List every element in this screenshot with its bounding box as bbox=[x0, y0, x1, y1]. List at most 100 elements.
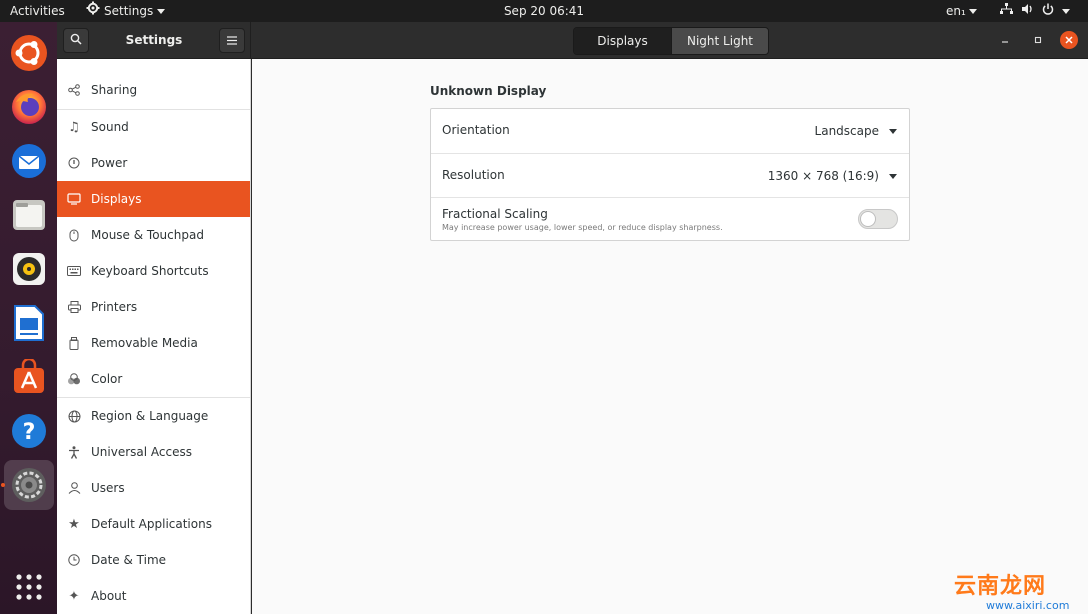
power-icon bbox=[57, 157, 91, 169]
files-icon[interactable] bbox=[4, 190, 54, 240]
fractional-scaling-description: May increase power usage, lower speed, o… bbox=[442, 223, 723, 232]
sidebar-item-universal-access[interactable]: Universal Access bbox=[57, 434, 250, 470]
running-indicator bbox=[1, 483, 5, 487]
software-icon[interactable] bbox=[4, 352, 54, 402]
firefox-icon[interactable] bbox=[4, 82, 54, 132]
sidebar-item-power[interactable]: Power bbox=[57, 145, 250, 181]
search-icon bbox=[70, 33, 82, 48]
clock[interactable]: Sep 20 06:41 bbox=[504, 4, 584, 18]
sidebar-item-mouse-touchpad[interactable]: Mouse & Touchpad bbox=[57, 217, 250, 253]
orientation-dropdown[interactable]: Landscape bbox=[815, 109, 897, 153]
sidebar-item-label: Power bbox=[91, 156, 128, 170]
users-icon bbox=[57, 482, 91, 494]
keyboard-icon bbox=[57, 266, 91, 276]
fractional-scaling-toggle[interactable] bbox=[858, 209, 898, 229]
clock-icon bbox=[57, 554, 91, 566]
about-icon: ✦ bbox=[68, 588, 80, 604]
minimize-button[interactable] bbox=[996, 31, 1014, 49]
display-name-heading: Unknown Display bbox=[430, 84, 547, 98]
mouse-icon bbox=[57, 229, 91, 242]
sidebar-item-sharing[interactable]: Sharing bbox=[57, 72, 250, 108]
window-title: Settings bbox=[125, 33, 183, 47]
input-source-menu[interactable]: en₁ bbox=[946, 0, 977, 22]
sidebar-item-color[interactable]: Color bbox=[57, 361, 250, 397]
rhythmbox-icon[interactable] bbox=[4, 244, 54, 294]
chevron-down-icon bbox=[968, 8, 977, 14]
ubuntu-logo-icon[interactable] bbox=[4, 28, 54, 78]
share-icon bbox=[57, 84, 91, 96]
sidebar-item-region-language[interactable]: Region & Language bbox=[57, 398, 250, 434]
menu-button[interactable] bbox=[219, 28, 245, 53]
orientation-row[interactable]: Orientation Landscape bbox=[431, 109, 909, 153]
media-icon bbox=[57, 336, 91, 350]
sidebar-item-about[interactable]: ✦ About bbox=[57, 578, 250, 614]
thunderbird-icon[interactable] bbox=[4, 136, 54, 186]
sidebar-item-label: Region & Language bbox=[91, 409, 209, 423]
sidebar-item-label: Keyboard Shortcuts bbox=[91, 264, 209, 278]
top-bar: Activities Settings Sep 20 06:41 en₁ bbox=[0, 0, 1088, 22]
orientation-value: Landscape bbox=[814, 124, 879, 138]
sidebar-item-removable-media[interactable]: Removable Media bbox=[57, 325, 250, 361]
app-menu-label: Settings bbox=[104, 4, 154, 18]
resolution-row[interactable]: Resolution 1360 × 768 (16:9) bbox=[431, 153, 909, 197]
volume-icon bbox=[1021, 0, 1034, 22]
toggle-knob bbox=[860, 211, 876, 227]
sidebar-item-label: About bbox=[91, 589, 127, 603]
watermark-text: 云南龙网 bbox=[954, 574, 1047, 599]
sidebar-item-date-time[interactable]: Date & Time bbox=[57, 542, 250, 578]
sidebar-item-sound[interactable]: ♫ Sound bbox=[57, 109, 250, 145]
music-note-icon: ♫ bbox=[68, 119, 80, 135]
color-icon bbox=[57, 373, 91, 385]
gear-icon bbox=[86, 0, 100, 22]
fractional-scaling-row: Fractional Scaling May increase power us… bbox=[431, 197, 909, 241]
network-icon bbox=[1000, 0, 1013, 22]
app-menu[interactable]: Settings bbox=[86, 0, 166, 22]
system-menu[interactable] bbox=[1000, 0, 1070, 22]
settings-icon[interactable] bbox=[4, 460, 54, 510]
sidebar-item-label: Sharing bbox=[91, 83, 138, 97]
resolution-value: 1360 × 768 (16:9) bbox=[767, 169, 879, 183]
language-label: en₁ bbox=[946, 4, 966, 18]
chevron-down-icon bbox=[1062, 8, 1070, 14]
maximize-button[interactable] bbox=[1029, 31, 1047, 49]
sidebar-item-label: Default Applications bbox=[91, 517, 212, 531]
resolution-dropdown[interactable]: 1360 × 768 (16:9) bbox=[768, 154, 897, 198]
chevron-down-icon bbox=[889, 128, 897, 134]
sidebar-item-label: Removable Media bbox=[91, 336, 198, 350]
sidebar-item-users[interactable]: Users bbox=[57, 470, 250, 506]
resolution-label: Resolution bbox=[442, 168, 505, 182]
minimize-icon bbox=[1001, 34, 1009, 47]
view-switcher: Displays Night Light bbox=[573, 27, 769, 55]
accessibility-icon bbox=[57, 445, 91, 459]
sidebar-item-label: Date & Time bbox=[91, 553, 167, 567]
hamburger-icon bbox=[227, 34, 237, 48]
writer-icon[interactable] bbox=[4, 298, 54, 348]
orientation-label: Orientation bbox=[442, 123, 510, 137]
star-icon: ★ bbox=[68, 516, 80, 532]
activities-button[interactable]: Activities bbox=[10, 0, 65, 22]
display-icon bbox=[57, 193, 91, 205]
app-grid-icon[interactable] bbox=[4, 562, 54, 612]
sidebar-item-label: Mouse & Touchpad bbox=[91, 228, 204, 242]
search-button[interactable] bbox=[63, 28, 89, 53]
chevron-down-icon bbox=[889, 173, 897, 179]
sidebar-item-default-applications[interactable]: ★ Default Applications bbox=[57, 506, 250, 542]
sidebar-item-printers[interactable]: Printers bbox=[57, 289, 250, 325]
close-icon bbox=[1065, 34, 1073, 47]
help-icon[interactable]: ? bbox=[4, 406, 54, 456]
tab-night-light[interactable]: Night Light bbox=[671, 28, 768, 54]
sidebar-item-label: Universal Access bbox=[91, 445, 192, 459]
globe-icon bbox=[57, 410, 91, 423]
sidebar-item-keyboard-shortcuts[interactable]: Keyboard Shortcuts bbox=[57, 253, 250, 289]
sidebar-item-displays[interactable]: Displays bbox=[57, 181, 250, 217]
sidebar-header: Settings bbox=[57, 22, 251, 59]
close-button[interactable] bbox=[1060, 31, 1078, 49]
tab-displays[interactable]: Displays bbox=[574, 28, 671, 54]
header-bar: Settings Displays Night Light bbox=[57, 22, 1088, 59]
sidebar-item-label: Users bbox=[91, 481, 125, 495]
maximize-icon bbox=[1034, 34, 1042, 47]
displays-page: Unknown Display Orientation Landscape Re… bbox=[252, 59, 1088, 614]
power-icon bbox=[1042, 0, 1054, 22]
sidebar-item-label: Sound bbox=[91, 120, 129, 134]
watermark: 云南龙网 www.aixiri.com bbox=[952, 568, 1088, 614]
